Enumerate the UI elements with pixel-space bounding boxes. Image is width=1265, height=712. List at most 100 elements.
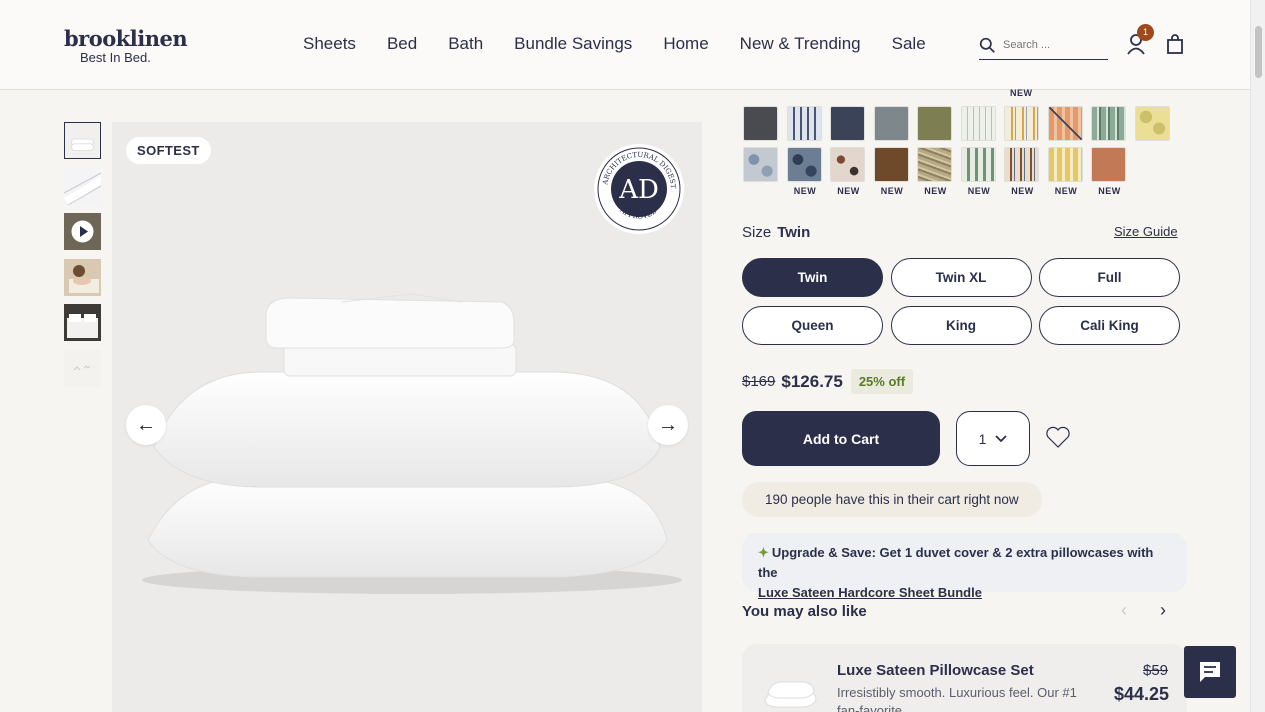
product-image[interactable]: SOFTEST AD ARCHITECTURAL DIGEST APPROVED… bbox=[112, 122, 702, 712]
color-swatch[interactable] bbox=[743, 147, 778, 182]
size-label: Size Twin bbox=[742, 224, 810, 241]
search-input[interactable] bbox=[1003, 39, 1103, 51]
color-swatch[interactable] bbox=[917, 106, 952, 141]
upgrade-text: Upgrade & Save: Get 1 duvet cover & 2 ex… bbox=[758, 545, 1154, 580]
nav-sheets[interactable]: Sheets bbox=[303, 34, 356, 54]
color-swatch[interactable]: NEW bbox=[786, 147, 822, 196]
bundle-link[interactable]: Luxe Sateen Hardcore Sheet Bundle bbox=[758, 585, 982, 600]
swatch-new-label: NEW bbox=[1010, 88, 1033, 98]
recommendations-prev-button[interactable]: ‹ bbox=[1121, 600, 1127, 621]
thumbnail-sheet-fold[interactable] bbox=[64, 167, 101, 205]
nav-bath[interactable]: Bath bbox=[448, 34, 483, 54]
next-image-button[interactable]: → bbox=[648, 405, 688, 445]
swatch-new-label: NEW bbox=[924, 186, 947, 196]
recommendations-next-button[interactable]: › bbox=[1160, 600, 1166, 621]
color-swatches: NEW NEW NEW NEW NEW NEW NEW NEW bbox=[743, 106, 1183, 196]
color-swatch[interactable]: NEW bbox=[1091, 147, 1126, 196]
quantity-value: 1 bbox=[978, 430, 987, 447]
chevron-left-icon: ‹ bbox=[1121, 600, 1127, 620]
color-swatch[interactable]: NEW bbox=[917, 147, 952, 196]
thumbnail-strip bbox=[64, 122, 102, 395]
swatch-new-label: NEW bbox=[1054, 186, 1078, 196]
previous-image-button[interactable]: ← bbox=[126, 405, 166, 445]
notification-badge: 1 bbox=[1137, 24, 1154, 41]
heart-icon[interactable] bbox=[1045, 425, 1071, 449]
recommendation-description: Irresistibly smooth. Luxurious feel. Our… bbox=[837, 685, 1077, 712]
color-swatch[interactable] bbox=[873, 106, 909, 141]
thumbnail-model-bed[interactable] bbox=[64, 258, 101, 296]
arrow-right-icon: → bbox=[658, 413, 678, 436]
pillow-stack-image bbox=[142, 293, 682, 594]
quantity-select[interactable]: 1 bbox=[956, 411, 1030, 466]
recommendations-title: You may also like bbox=[742, 603, 867, 620]
size-twin-button[interactable]: Twin bbox=[742, 258, 883, 297]
color-swatch[interactable] bbox=[786, 106, 822, 141]
search-bar[interactable] bbox=[979, 31, 1108, 60]
softest-badge: SOFTEST bbox=[126, 137, 211, 164]
thumbnail-bedroom[interactable] bbox=[64, 304, 101, 341]
color-swatch[interactable]: NEW bbox=[873, 147, 909, 196]
chevron-down-icon bbox=[995, 434, 1008, 442]
chat-button[interactable] bbox=[1184, 646, 1236, 698]
upgrade-banner: ✦ Upgrade & Save: Get 1 duvet cover & 2 e… bbox=[742, 533, 1187, 600]
original-price: $169 bbox=[742, 373, 776, 390]
recommendation-old-price: $59 bbox=[1143, 662, 1169, 679]
nav-bundle-savings[interactable]: Bundle Savings bbox=[514, 34, 632, 54]
color-swatch[interactable] bbox=[743, 106, 778, 141]
page-scrollbar[interactable] bbox=[1250, 0, 1265, 712]
discount-badge: 25% off bbox=[850, 369, 914, 394]
brand-logo[interactable]: brooklinen Best In Bed. bbox=[64, 26, 188, 65]
color-swatch[interactable] bbox=[1004, 106, 1039, 141]
color-swatch[interactable] bbox=[960, 106, 996, 141]
size-full-button[interactable]: Full bbox=[1039, 258, 1180, 297]
swatch-new-label: NEW bbox=[967, 186, 991, 196]
swatch-new-label: NEW bbox=[1098, 186, 1121, 196]
pillowcase-thumbnail bbox=[764, 681, 817, 708]
color-swatch[interactable]: NEW bbox=[960, 147, 996, 196]
size-options: Twin Twin XL Full Queen King Cali King bbox=[742, 258, 1180, 345]
color-swatch[interactable] bbox=[830, 106, 865, 141]
swatch-new-label: NEW bbox=[837, 186, 860, 196]
arrow-left-icon: ← bbox=[136, 413, 156, 436]
nav-sale[interactable]: Sale bbox=[892, 34, 926, 54]
site-header: brooklinen Best In Bed. Sheets Bed Bath … bbox=[0, 0, 1250, 90]
thumbnail-detail[interactable] bbox=[64, 349, 101, 387]
size-queen-button[interactable]: Queen bbox=[742, 305, 883, 345]
search-icon bbox=[979, 37, 995, 53]
shopping-bag-icon[interactable] bbox=[1164, 33, 1186, 55]
size-guide-link[interactable]: Size Guide bbox=[1114, 224, 1178, 239]
size-king-button[interactable]: King bbox=[890, 305, 1032, 345]
swatch-new-label: NEW bbox=[880, 186, 904, 196]
brand-name: brooklinen bbox=[64, 26, 188, 51]
swatch-new-label: NEW bbox=[1011, 186, 1034, 196]
chat-icon bbox=[1200, 662, 1220, 682]
thumbnail-sheet-set[interactable] bbox=[64, 122, 101, 159]
size-twin-xl-button[interactable]: Twin XL bbox=[890, 258, 1032, 297]
sale-price: $126.75 bbox=[781, 371, 843, 391]
thumbnail-video[interactable] bbox=[64, 213, 101, 250]
recommendation-card[interactable]: Luxe Sateen Pillowcase Set Irresistibly … bbox=[742, 644, 1187, 712]
size-heading: Size bbox=[742, 224, 772, 241]
color-swatch[interactable]: NEW bbox=[1004, 147, 1039, 196]
svg-text:AD: AD bbox=[618, 175, 659, 205]
add-to-cart-button[interactable]: Add to Cart bbox=[742, 411, 940, 466]
social-proof-note: 190 people have this in their cart right… bbox=[742, 482, 1042, 517]
swatch-new-label: NEW bbox=[793, 186, 817, 196]
brand-tagline: Best In Bed. bbox=[80, 50, 151, 65]
architectural-digest-seal: AD ARCHITECTURAL DIGEST APPROVED bbox=[594, 144, 684, 234]
main-nav: Sheets Bed Bath Bundle Savings Home New … bbox=[303, 34, 926, 54]
recommendation-name: Luxe Sateen Pillowcase Set bbox=[837, 662, 1034, 679]
color-swatch[interactable] bbox=[1091, 106, 1126, 141]
recommendation-price: $44.25 bbox=[1114, 684, 1170, 704]
price-row: $169 $126.75 25% off bbox=[742, 369, 914, 394]
chevron-right-icon: › bbox=[1160, 600, 1166, 620]
nav-home[interactable]: Home bbox=[663, 34, 708, 54]
color-swatch[interactable]: NEW bbox=[1047, 147, 1083, 196]
size-selected: Twin bbox=[777, 224, 811, 241]
nav-new-trending[interactable]: New & Trending bbox=[740, 34, 861, 54]
color-swatch[interactable] bbox=[1047, 106, 1083, 141]
size-cali-king-button[interactable]: Cali King bbox=[1039, 305, 1180, 345]
color-swatch[interactable] bbox=[1134, 106, 1170, 141]
nav-bed[interactable]: Bed bbox=[387, 34, 417, 54]
color-swatch[interactable]: NEW bbox=[830, 147, 865, 196]
